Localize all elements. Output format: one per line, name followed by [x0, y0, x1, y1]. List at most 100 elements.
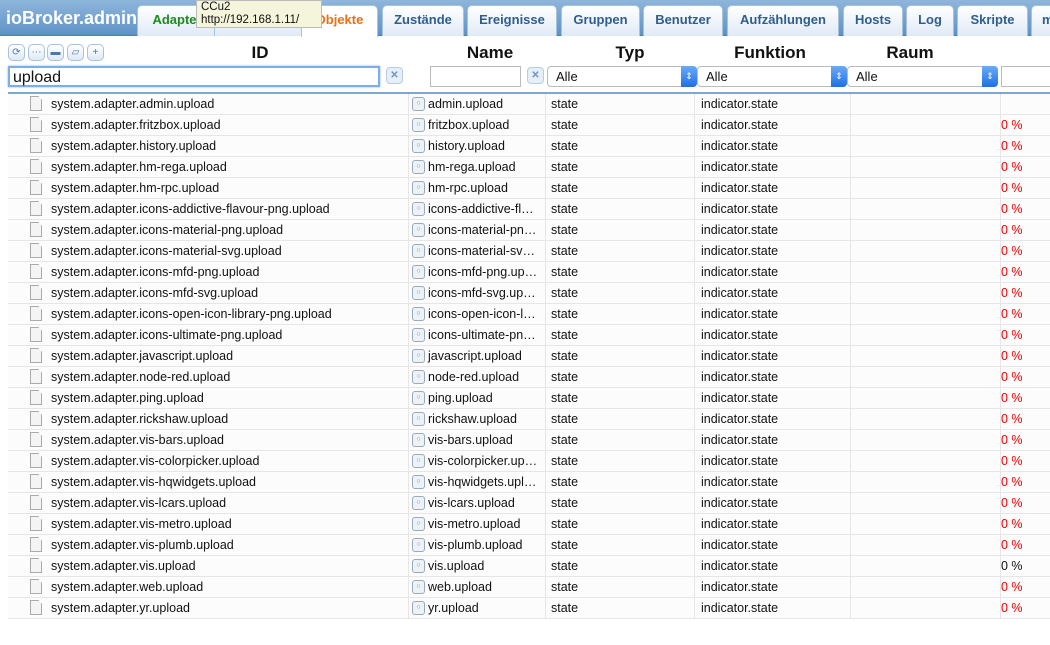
list-view-icon[interactable]: ⋯: [28, 44, 45, 61]
table-row[interactable]: system.adapter.rickshaw.upload ○ ricksha…: [8, 409, 1050, 430]
id-filter-input[interactable]: upload: [8, 66, 380, 87]
state-icon: ○: [412, 223, 425, 237]
add-icon[interactable]: +: [87, 44, 104, 61]
table-row[interactable]: system.adapter.icons-material-svg.upload…: [8, 241, 1050, 262]
table-row[interactable]: system.adapter.ping.upload ○ ping.upload…: [8, 388, 1050, 409]
column-divider: [408, 157, 409, 177]
column-divider: [850, 262, 851, 282]
file-icon: [30, 453, 42, 468]
table-row[interactable]: system.adapter.icons-mfd-png.upload ○ ic…: [8, 262, 1050, 283]
state-icon: ○: [412, 475, 425, 489]
column-divider: [850, 283, 851, 303]
row-type: state: [551, 580, 579, 594]
table-row[interactable]: system.adapter.vis.upload ○ vis.upload s…: [8, 556, 1050, 577]
table-row[interactable]: system.adapter.vis-bars.upload ○ vis-bar…: [8, 430, 1050, 451]
row-value: 0 %: [1001, 370, 1023, 384]
row-type: state: [551, 223, 579, 237]
clear-name-filter-icon[interactable]: ✕: [527, 67, 544, 84]
clear-id-filter-icon[interactable]: ✕: [386, 67, 403, 84]
name-filter-input[interactable]: [430, 66, 521, 87]
table-row[interactable]: system.adapter.javascript.upload ○ javas…: [8, 346, 1050, 367]
column-header-id[interactable]: ID: [230, 43, 290, 63]
row-name: javascript.upload: [428, 349, 522, 363]
tab-hosts[interactable]: Hosts: [843, 5, 903, 36]
column-divider: [408, 220, 409, 240]
table-row[interactable]: system.adapter.icons-material-png.upload…: [8, 220, 1050, 241]
table-row[interactable]: system.adapter.history.upload ○ history.…: [8, 136, 1050, 157]
table-row[interactable]: system.adapter.hm-rpc.upload ○ hm-rpc.up…: [8, 178, 1050, 199]
column-divider: [850, 493, 851, 513]
table-row[interactable]: system.adapter.vis-colorpicker.upload ○ …: [8, 451, 1050, 472]
row-value: 0 %: [1001, 538, 1023, 552]
row-id: system.adapter.vis.upload: [51, 559, 196, 573]
table-row[interactable]: system.adapter.vis-plumb.upload ○ vis-pl…: [8, 535, 1050, 556]
table-row[interactable]: system.adapter.fritzbox.upload ○ fritzbo…: [8, 115, 1050, 136]
tab-more[interactable]: m: [1031, 5, 1050, 36]
column-divider: [694, 367, 695, 387]
tab-ereignisse[interactable]: Ereignisse: [467, 5, 557, 36]
tab-aufzaehlungen[interactable]: Aufzählungen: [727, 5, 839, 36]
column-header-type[interactable]: Typ: [590, 43, 670, 63]
row-value: 0 %: [1001, 349, 1023, 363]
column-divider: [545, 556, 546, 576]
column-divider: [408, 367, 409, 387]
row-name: vis.upload: [428, 559, 485, 573]
column-header-name[interactable]: Name: [450, 43, 530, 63]
table-row[interactable]: system.adapter.hm-rega.upload ○ hm-rega.…: [8, 157, 1050, 178]
file-icon: [30, 117, 42, 132]
column-divider: [850, 220, 851, 240]
table-row[interactable]: system.adapter.icons-mfd-svg.upload ○ ic…: [8, 283, 1050, 304]
room-filter-select[interactable]: Alle ⇕: [847, 66, 998, 87]
refresh-icon[interactable]: ⟳: [8, 44, 25, 61]
column-divider: [408, 178, 409, 198]
row-function: indicator.state: [701, 517, 779, 531]
row-value: 0 %: [1001, 391, 1023, 405]
table-row[interactable]: system.adapter.icons-addictive-flavour-p…: [8, 199, 1050, 220]
tab-skripte[interactable]: Skripte: [957, 5, 1028, 36]
folder-collapse-icon[interactable]: ▬: [47, 44, 64, 61]
table-row[interactable]: system.adapter.vis-hqwidgets.upload ○ vi…: [8, 472, 1050, 493]
state-icon: ○: [412, 496, 425, 510]
type-filter-select[interactable]: Alle ⇕: [547, 66, 697, 87]
row-function: indicator.state: [701, 496, 779, 510]
tab-log[interactable]: Log: [906, 5, 954, 36]
table-row[interactable]: system.adapter.vis-lcars.upload ○ vis-lc…: [8, 493, 1050, 514]
table-row[interactable]: system.adapter.web.upload ○ web.upload s…: [8, 577, 1050, 598]
column-divider: [545, 346, 546, 366]
state-icon: ○: [412, 601, 425, 615]
row-id: system.adapter.hm-rega.upload: [51, 160, 227, 174]
file-icon: [30, 369, 42, 384]
table-row[interactable]: system.adapter.icons-open-icon-library-p…: [8, 304, 1050, 325]
column-divider: [694, 304, 695, 324]
row-id: system.adapter.javascript.upload: [51, 349, 234, 363]
row-name: node-red.upload: [428, 370, 520, 384]
row-type: state: [551, 328, 579, 342]
column-divider: [408, 304, 409, 324]
column-header-function[interactable]: Funktion: [720, 43, 820, 63]
folder-open-icon[interactable]: ▱: [67, 44, 84, 61]
table-row[interactable]: system.adapter.vis-metro.upload ○ vis-me…: [8, 514, 1050, 535]
function-filter-select[interactable]: Alle ⇕: [697, 66, 847, 87]
row-id: system.adapter.icons-addictive-flavour-p…: [51, 202, 330, 216]
row-name: fritzbox.upload: [428, 118, 510, 132]
state-icon: ○: [412, 307, 425, 321]
file-icon: [30, 558, 42, 573]
table-row[interactable]: system.adapter.admin.upload ○ admin.uplo…: [8, 94, 1050, 115]
table-row[interactable]: system.adapter.node-red.upload ○ node-re…: [8, 367, 1050, 388]
tab-zustaende[interactable]: Zustände: [382, 5, 464, 36]
tab-benutzer[interactable]: Benutzer: [643, 5, 723, 36]
table-row[interactable]: system.adapter.yr.upload ○ yr.upload sta…: [8, 598, 1050, 619]
value-filter-input[interactable]: [1001, 66, 1050, 87]
column-header-room[interactable]: Raum: [870, 43, 950, 63]
tab-gruppen[interactable]: Gruppen: [561, 5, 640, 36]
column-divider: [850, 346, 851, 366]
column-divider: [850, 325, 851, 345]
column-divider: [694, 346, 695, 366]
tooltip-line1: CCu2: [201, 1, 231, 13]
table-row[interactable]: system.adapter.icons-ultimate-png.upload…: [8, 325, 1050, 346]
column-divider: [694, 283, 695, 303]
column-divider: [408, 430, 409, 450]
row-name: icons-mfd-svg.up…: [428, 286, 536, 300]
column-divider: [545, 388, 546, 408]
row-value: 0 %: [1001, 433, 1023, 447]
